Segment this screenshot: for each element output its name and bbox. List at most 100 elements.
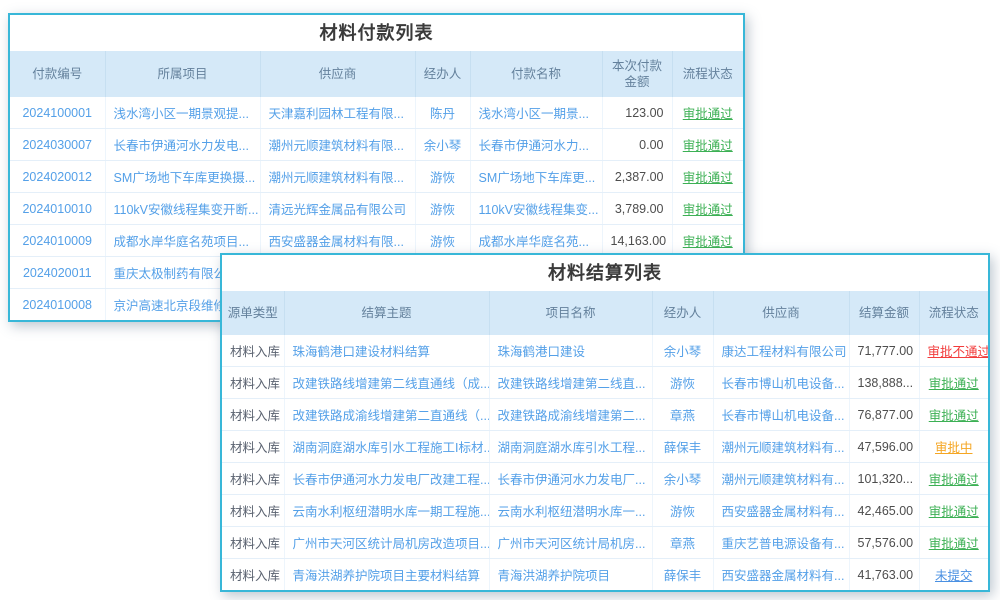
amount-value: 138,888... [849, 367, 919, 399]
source-type-label: 材料入库 [222, 431, 284, 463]
supplier-link[interactable]: 长春市博山机电设备... [713, 367, 849, 399]
supplier-link[interactable]: 潮州元顺建筑材料有... [713, 463, 849, 495]
status-link[interactable]: 审批通过 [919, 527, 988, 559]
column-header: 流程状态 [919, 291, 988, 335]
supplier-link[interactable]: 西安盛器金属材料有限... [260, 225, 415, 257]
handler-link[interactable]: 游恢 [415, 225, 470, 257]
status-link[interactable]: 审批通过 [672, 129, 743, 161]
handler-link[interactable]: 余小琴 [415, 129, 470, 161]
table-row: 材料入库青海洪湖养护院项目主要材料结算青海洪湖养护院项目薛保丰西安盛器金属材料有… [222, 559, 988, 591]
project-link[interactable]: 长春市伊通河水力发电... [105, 129, 260, 161]
column-header: 经办人 [415, 51, 470, 97]
source-type-label: 材料入库 [222, 399, 284, 431]
handler-link[interactable]: 章燕 [652, 527, 713, 559]
payment-id-link[interactable]: 2024100001 [10, 97, 105, 129]
project-link[interactable]: 浅水湾小区一期景观提... [105, 97, 260, 129]
status-link[interactable]: 审批通过 [919, 495, 988, 527]
status-link[interactable]: 审批通过 [672, 161, 743, 193]
settlement-table-header-row: 源单类型结算主题项目名称经办人供应商结算金额流程状态 [222, 291, 988, 335]
handler-link[interactable]: 薛保丰 [652, 559, 713, 591]
column-header: 供应商 [713, 291, 849, 335]
supplier-link[interactable]: 潮州元顺建筑材料有... [713, 431, 849, 463]
status-link[interactable]: 审批通过 [672, 193, 743, 225]
project-link[interactable]: 成都水岸华庭名苑项目... [105, 225, 260, 257]
handler-link[interactable]: 游恢 [415, 193, 470, 225]
handler-link[interactable]: 陈丹 [415, 97, 470, 129]
supplier-link[interactable]: 重庆艺普电源设备有... [713, 527, 849, 559]
subject-link[interactable]: 改建铁路线增建第二线直通线（成... [284, 367, 489, 399]
status-link[interactable]: 审批不通过 [919, 335, 988, 367]
table-row: 材料入库广州市天河区统计局机房改造项目...广州市天河区统计局机房...章燕重庆… [222, 527, 988, 559]
supplier-link[interactable]: 潮州元顺建筑材料有限... [260, 129, 415, 161]
table-row: 2024030007长春市伊通河水力发电...潮州元顺建筑材料有限...余小琴长… [10, 129, 743, 161]
supplier-link[interactable]: 天津嘉利园林工程有限... [260, 97, 415, 129]
payment-name-link[interactable]: 成都水岸华庭名苑... [470, 225, 602, 257]
payment-id-link[interactable]: 2024010008 [10, 289, 105, 321]
subject-link[interactable]: 青海洪湖养护院项目主要材料结算 [284, 559, 489, 591]
supplier-link[interactable]: 潮州元顺建筑材料有限... [260, 161, 415, 193]
source-type-label: 材料入库 [222, 495, 284, 527]
handler-link[interactable]: 章燕 [652, 399, 713, 431]
table-row: 材料入库珠海鹤港口建设材料结算珠海鹤港口建设余小琴康达工程材料有限公司71,77… [222, 335, 988, 367]
project-link[interactable]: 长春市伊通河水力发电厂... [489, 463, 652, 495]
column-header: 流程状态 [672, 51, 743, 97]
amount-value: 76,877.00 [849, 399, 919, 431]
subject-link[interactable]: 云南水利枢纽潜明水库一期工程施... [284, 495, 489, 527]
supplier-link[interactable]: 西安盛器金属材料有... [713, 495, 849, 527]
table-row: 2024010009成都水岸华庭名苑项目...西安盛器金属材料有限...游恢成都… [10, 225, 743, 257]
amount-value: 2,387.00 [602, 161, 672, 193]
status-link[interactable]: 审批通过 [672, 225, 743, 257]
amount-value: 42,465.00 [849, 495, 919, 527]
project-link[interactable]: 珠海鹤港口建设 [489, 335, 652, 367]
amount-value: 101,320... [849, 463, 919, 495]
handler-link[interactable]: 游恢 [652, 495, 713, 527]
handler-link[interactable]: 薛保丰 [652, 431, 713, 463]
project-link[interactable]: 青海洪湖养护院项目 [489, 559, 652, 591]
status-link[interactable]: 审批通过 [919, 399, 988, 431]
subject-link[interactable]: 长春市伊通河水力发电厂改建工程... [284, 463, 489, 495]
status-link[interactable]: 审批通过 [919, 367, 988, 399]
handler-link[interactable]: 余小琴 [652, 335, 713, 367]
amount-value: 41,763.00 [849, 559, 919, 591]
table-row: 材料入库云南水利枢纽潜明水库一期工程施...云南水利枢纽潜明水库一...游恢西安… [222, 495, 988, 527]
status-link[interactable]: 审批通过 [919, 463, 988, 495]
payment-id-link[interactable]: 2024020012 [10, 161, 105, 193]
supplier-link[interactable]: 长春市博山机电设备... [713, 399, 849, 431]
project-link[interactable]: 广州市天河区统计局机房... [489, 527, 652, 559]
table-row: 2024100001浅水湾小区一期景观提...天津嘉利园林工程有限...陈丹浅水… [10, 97, 743, 129]
project-link[interactable]: 云南水利枢纽潜明水库一... [489, 495, 652, 527]
payment-id-link[interactable]: 2024020011 [10, 257, 105, 289]
status-link[interactable]: 审批通过 [672, 97, 743, 129]
supplier-link[interactable]: 清远光辉金属品有限公司 [260, 193, 415, 225]
table-row: 2024010010110kV安徽线程集变开断...清远光辉金属品有限公司游恢1… [10, 193, 743, 225]
project-link[interactable]: 改建铁路成渝线增建第二... [489, 399, 652, 431]
payment-name-link[interactable]: 浅水湾小区一期景... [470, 97, 602, 129]
supplier-link[interactable]: 西安盛器金属材料有... [713, 559, 849, 591]
handler-link[interactable]: 游恢 [652, 367, 713, 399]
subject-link[interactable]: 广州市天河区统计局机房改造项目... [284, 527, 489, 559]
subject-link[interactable]: 珠海鹤港口建设材料结算 [284, 335, 489, 367]
project-link[interactable]: 湖南洞庭湖水库引水工程... [489, 431, 652, 463]
amount-value: 71,777.00 [849, 335, 919, 367]
project-link[interactable]: SM广场地下车库更换摄... [105, 161, 260, 193]
payment-name-link[interactable]: SM广场地下车库更... [470, 161, 602, 193]
status-link[interactable]: 审批中 [919, 431, 988, 463]
subject-link[interactable]: 湖南洞庭湖水库引水工程施工I标材... [284, 431, 489, 463]
payment-id-link[interactable]: 2024030007 [10, 129, 105, 161]
column-header: 付款名称 [470, 51, 602, 97]
handler-link[interactable]: 游恢 [415, 161, 470, 193]
status-link[interactable]: 未提交 [919, 559, 988, 591]
payment-id-link[interactable]: 2024010010 [10, 193, 105, 225]
amount-value: 123.00 [602, 97, 672, 129]
handler-link[interactable]: 余小琴 [652, 463, 713, 495]
subject-link[interactable]: 改建铁路成渝线增建第二直通线（... [284, 399, 489, 431]
project-link[interactable]: 110kV安徽线程集变开断... [105, 193, 260, 225]
supplier-link[interactable]: 康达工程材料有限公司 [713, 335, 849, 367]
project-link[interactable]: 改建铁路线增建第二线直... [489, 367, 652, 399]
payment-name-link[interactable]: 长春市伊通河水力... [470, 129, 602, 161]
column-header: 结算金额 [849, 291, 919, 335]
payment-name-link[interactable]: 110kV安徽线程集变... [470, 193, 602, 225]
payment-id-link[interactable]: 2024010009 [10, 225, 105, 257]
amount-value: 3,789.00 [602, 193, 672, 225]
settlement-table: 源单类型结算主题项目名称经办人供应商结算金额流程状态 材料入库珠海鹤港口建设材料… [222, 291, 988, 590]
